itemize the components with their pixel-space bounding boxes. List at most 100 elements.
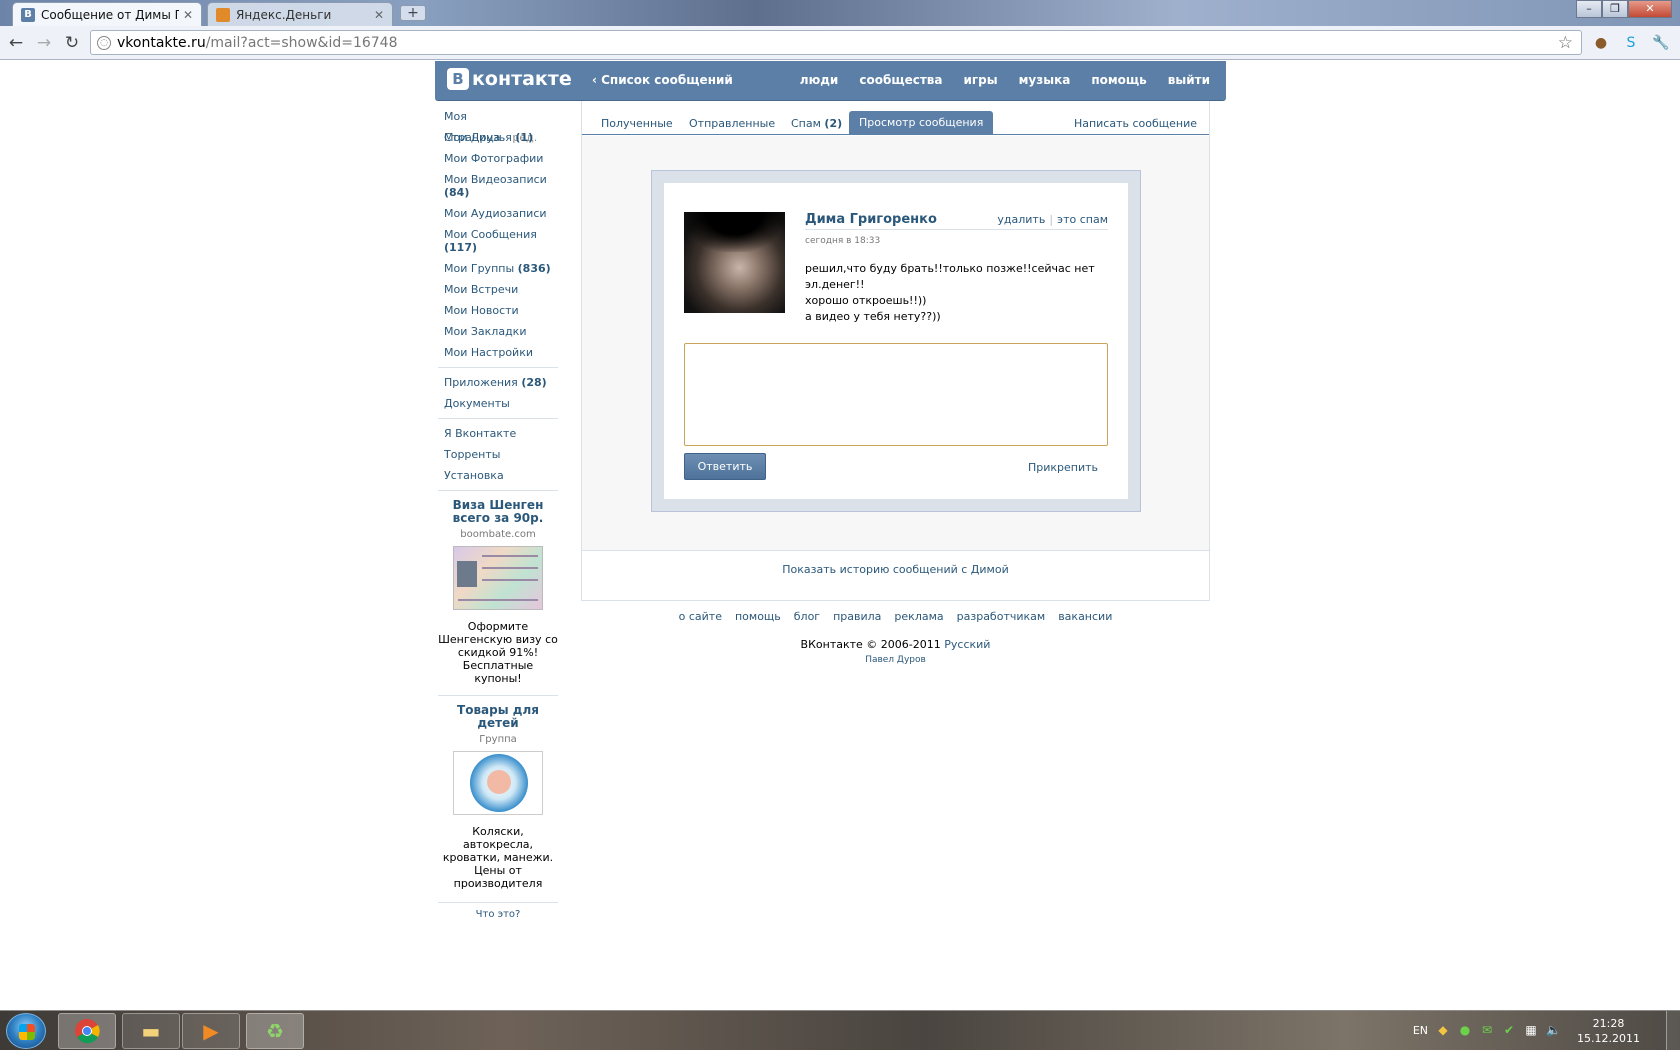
chrome-icon[interactable]: [58, 1013, 116, 1049]
nav-help[interactable]: помощь: [1091, 73, 1146, 87]
explorer-icon[interactable]: ▬: [122, 1013, 180, 1049]
sidebar-item-audio[interactable]: Мои Аудиозаписи: [438, 203, 558, 224]
wrench-icon[interactable]: 🔧: [1652, 34, 1670, 52]
tab-close-icon[interactable]: ✕: [183, 8, 193, 22]
show-history-link[interactable]: Показать историю сообщений с Димой: [582, 563, 1209, 576]
show-desktop-button[interactable]: [1666, 1011, 1680, 1050]
tab-title: Сообщение от Димы Григ: [41, 7, 179, 22]
message-list-link[interactable]: ‹ Список сообщений: [592, 73, 733, 87]
sidebar-item-news[interactable]: Мои Новости: [438, 300, 558, 321]
media-player-icon[interactable]: ▶: [182, 1013, 240, 1049]
mark-spam-link[interactable]: это спам: [1057, 213, 1108, 226]
reply-textarea[interactable]: [684, 343, 1108, 446]
tray-app-icon[interactable]: ◆: [1436, 1023, 1450, 1037]
message-card: Дима Григоренко удалить | это спам сегодня…: [664, 183, 1128, 499]
tab-spam[interactable]: Спам (2): [791, 117, 842, 130]
sidebar-item-apps[interactable]: Приложения (28): [438, 372, 558, 393]
clock-date: 15.12.2011: [1577, 1032, 1640, 1045]
sidebar-item-label: Документы: [444, 397, 510, 410]
sidebar-item-about-me[interactable]: Я Вконтакте: [438, 423, 558, 444]
footer-link-about[interactable]: о сайте: [679, 610, 722, 623]
nav-communities[interactable]: сообщества: [859, 73, 942, 87]
language-link[interactable]: Русский: [944, 638, 990, 651]
nav-games[interactable]: игры: [964, 73, 998, 87]
sidebar-item-videos[interactable]: Мои Видеозаписи (84): [438, 169, 558, 203]
extension-icon[interactable]: ●: [1592, 34, 1610, 52]
tab-inbox[interactable]: Полученные: [601, 117, 673, 130]
sidebar-item-groups[interactable]: Мои Группы (836): [438, 258, 558, 279]
sidebar-item-events[interactable]: Мои Встречи: [438, 279, 558, 300]
sidebar-item-torrents[interactable]: Торренты: [438, 444, 558, 465]
message-list-label: Список сообщений: [601, 73, 733, 87]
footer-link-ads[interactable]: реклама: [894, 610, 943, 623]
address-bar[interactable]: ◌ vkontakte.ru/mail?act=show&id=16748 ☆: [90, 30, 1582, 55]
attach-link[interactable]: Прикрепить: [1028, 461, 1098, 474]
tray-check-icon[interactable]: ✔: [1502, 1023, 1516, 1037]
copyright: ВКонтакте © 2006-2011 Русский: [581, 638, 1210, 651]
kids-logo-image[interactable]: [453, 751, 543, 815]
tab-view-message[interactable]: Просмотр сообщения: [849, 111, 994, 135]
sidebar-item-label: Мои Группы: [444, 262, 515, 275]
top-nav: люди сообщества игры музыка помощь выйти: [800, 73, 1210, 87]
sender-name[interactable]: Дима Григоренко: [805, 212, 937, 227]
network-icon[interactable]: ▦: [1524, 1023, 1538, 1037]
volume-icon[interactable]: 🔈: [1546, 1023, 1561, 1037]
footer-link-rules[interactable]: правила: [833, 610, 881, 623]
sidebar-item-settings[interactable]: Мои Настройки: [438, 342, 558, 363]
visa-image[interactable]: [453, 546, 543, 610]
sidebar-item-documents[interactable]: Документы: [438, 393, 558, 414]
ad-title[interactable]: Товары для детей: [438, 704, 558, 730]
sidebar-item-photos[interactable]: Мои Фотографии: [438, 148, 558, 169]
sidebar-item-my-page[interactable]: Моя Страница ред.: [438, 106, 558, 144]
reply-button[interactable]: Ответить: [684, 453, 766, 480]
avatar[interactable]: [684, 212, 785, 313]
footer-link-developers[interactable]: разработчикам: [957, 610, 1046, 623]
tab-close-icon[interactable]: ✕: [374, 8, 384, 22]
chrome-logo-icon: [75, 1019, 100, 1044]
sidebar-item-friends[interactable]: Мои Друзья (1): [438, 127, 558, 148]
forward-icon[interactable]: →: [34, 33, 54, 53]
reload-icon[interactable]: ↻: [62, 33, 82, 53]
tab-sent[interactable]: Отправленные: [689, 117, 775, 130]
footer-link-jobs[interactable]: вакансии: [1058, 610, 1112, 623]
sidebar-item-count: (28): [521, 376, 547, 389]
language-indicator[interactable]: EN: [1413, 1024, 1428, 1037]
bookmark-star-icon[interactable]: ☆: [1558, 33, 1573, 53]
nav-people[interactable]: люди: [800, 73, 839, 87]
sidebar-item-count: (117): [444, 241, 478, 254]
recycle-icon[interactable]: ♻: [246, 1013, 304, 1049]
what-is-this-link[interactable]: Что это?: [438, 902, 558, 920]
maximize-icon[interactable]: ❐: [1602, 0, 1628, 18]
author-link[interactable]: Павел Дуров: [581, 655, 1210, 665]
tray-mail-icon[interactable]: ✉: [1480, 1023, 1494, 1037]
url-host: vkontakte.ru: [117, 34, 206, 51]
new-tab-button[interactable]: +: [400, 5, 426, 21]
ad-schengen-visa[interactable]: Виза Шенген всего за 90р. boombate.com О…: [438, 495, 558, 691]
windows-logo-icon: [19, 1024, 35, 1040]
back-icon[interactable]: ←: [6, 33, 26, 53]
delete-link[interactable]: удалить: [997, 213, 1045, 226]
nav-music[interactable]: музыка: [1019, 73, 1071, 87]
skype-icon[interactable]: S: [1622, 34, 1640, 52]
ad-kids-goods[interactable]: Товары для детей Группа Коляски, автокре…: [438, 700, 558, 896]
bin-icon: ♻: [266, 1019, 284, 1043]
page-footer: о сайте помощь блог правила реклама разр…: [581, 610, 1210, 665]
ad-text: Коляски, автокресла, кроватки, манежи. Ц…: [442, 825, 554, 890]
vk-logo[interactable]: В контакте: [447, 68, 572, 90]
start-button[interactable]: [6, 1013, 46, 1049]
tray-frog-icon[interactable]: ●: [1458, 1023, 1472, 1037]
nav-logout[interactable]: выйти: [1168, 73, 1210, 87]
ad-title[interactable]: Виза Шенген всего за 90р.: [438, 499, 558, 525]
sidebar-item-messages[interactable]: Мои Сообщения (117): [438, 224, 558, 258]
tab-yandex-money[interactable]: Яндекс.Деньги ✕: [207, 2, 393, 26]
clock[interactable]: 21:28 15.12.2011: [1577, 1016, 1640, 1046]
footer-link-help[interactable]: помощь: [735, 610, 781, 623]
close-icon[interactable]: ✕: [1628, 0, 1672, 18]
play-icon: ▶: [203, 1019, 219, 1043]
footer-link-blog[interactable]: блог: [794, 610, 820, 623]
write-message-link[interactable]: Написать сообщение: [1074, 117, 1197, 130]
sidebar-item-install[interactable]: Установка: [438, 465, 558, 486]
sidebar-item-bookmarks[interactable]: Мои Закладки: [438, 321, 558, 342]
minimize-icon[interactable]: –: [1576, 0, 1602, 18]
tab-vk-message[interactable]: В Сообщение от Димы Григ ✕: [12, 2, 202, 26]
